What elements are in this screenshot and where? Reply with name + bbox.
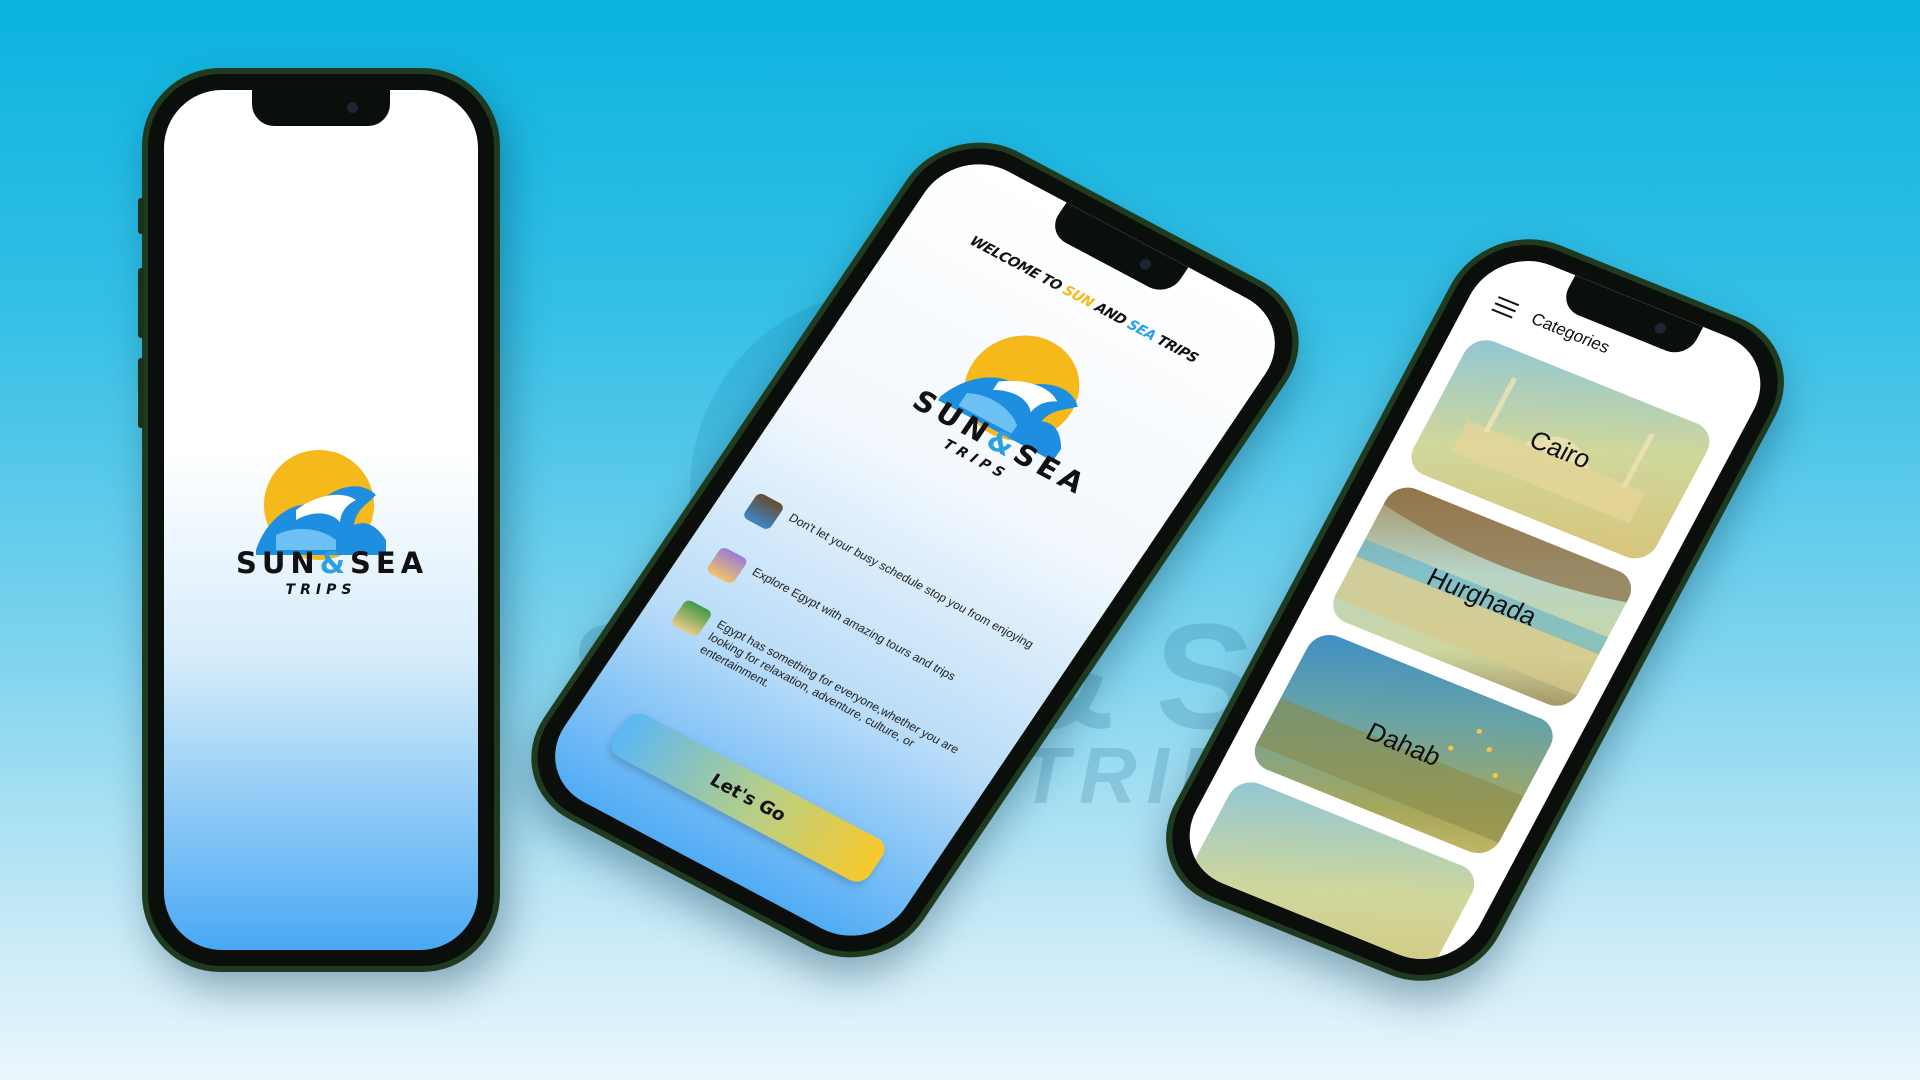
splash-logo: SUN&SEA TRIPS <box>164 450 478 598</box>
splash-screen: SUN&SEA TRIPS <box>164 90 478 950</box>
camera-icon <box>1137 257 1154 272</box>
calendar-icon <box>705 545 749 586</box>
volume-down-button <box>138 358 144 428</box>
camera-icon <box>347 102 358 113</box>
notch <box>252 90 390 126</box>
logo-wordmark: SUN&SEA <box>236 546 429 580</box>
wave-icon <box>256 486 386 555</box>
logo: SUN&SEA TRIPS <box>236 450 429 598</box>
welcome-logo: SUN&SEA TRIPS <box>805 253 1225 551</box>
volume-up-button <box>138 268 144 338</box>
logo-subtitle: TRIPS <box>285 582 357 598</box>
hamburger-menu-icon[interactable] <box>1491 296 1520 319</box>
logo: SUN&SEA TRIPS <box>901 303 1130 502</box>
busy-person-icon <box>741 491 786 531</box>
island-icon <box>669 598 714 638</box>
mute-switch <box>138 198 144 234</box>
phone-splash: SUN&SEA TRIPS <box>138 68 500 972</box>
camera-icon <box>1652 321 1668 336</box>
